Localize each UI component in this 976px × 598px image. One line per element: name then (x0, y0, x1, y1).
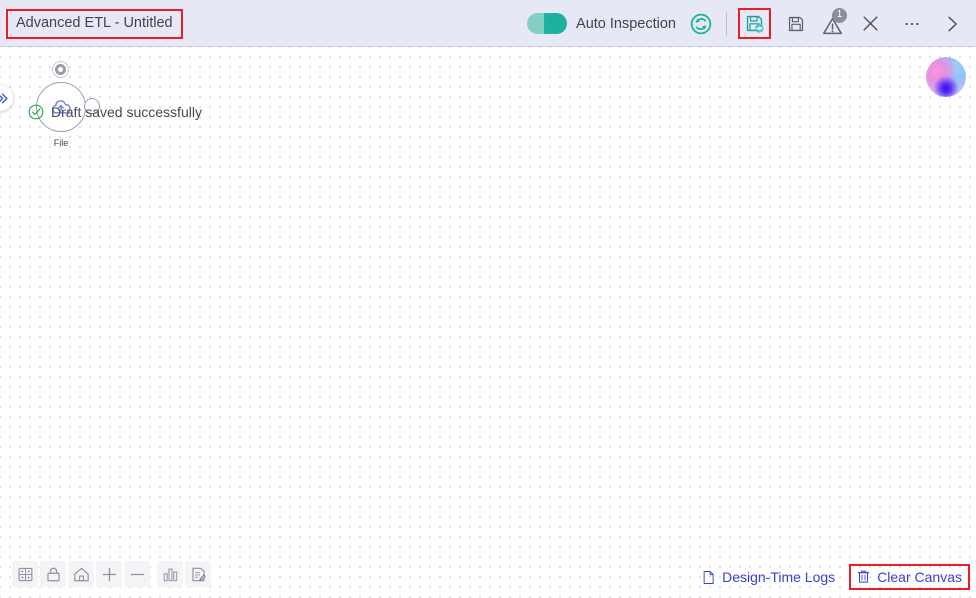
sidebar-expand-handle[interactable] (0, 85, 13, 111)
node-status-badge-icon[interactable] (53, 62, 68, 77)
lock-icon (46, 567, 60, 581)
warnings-button[interactable]: 1 (816, 7, 848, 40)
refresh-icon (690, 13, 712, 34)
minus-icon (130, 573, 144, 575)
close-icon (862, 16, 878, 31)
save-draft-icon (746, 15, 764, 33)
chevron-right-icon (948, 16, 957, 31)
app-header: Advanced ETL - Untitled Auto Inspection (0, 0, 976, 47)
notes-button[interactable] (185, 561, 211, 587)
double-chevron-right-icon (0, 92, 8, 104)
file-document-icon (703, 570, 714, 584)
clear-canvas-button[interactable]: Clear Canvas (849, 564, 970, 590)
save-icon (788, 16, 804, 31)
bar-chart-icon (163, 568, 177, 581)
home-button[interactable] (68, 561, 94, 587)
more-options-button[interactable] (896, 8, 928, 40)
close-button[interactable] (854, 8, 886, 40)
expand-panel-button[interactable] (936, 8, 968, 40)
grid-layout-icon (18, 567, 32, 581)
etl-canvas[interactable]: Draft saved successfully File Design-Tim… (0, 47, 976, 598)
check-circle-icon (28, 104, 44, 120)
clear-canvas-label: Clear Canvas (877, 568, 962, 585)
zoom-out-button[interactable] (124, 561, 150, 587)
user-avatar[interactable] (926, 57, 966, 97)
warning-count-badge: 1 (832, 7, 847, 23)
zoom-in-button[interactable] (96, 561, 122, 587)
home-icon (73, 567, 89, 581)
advanced-etl-window: Advanced ETL - Untitled Auto Inspection (0, 0, 976, 598)
fit-grid-button[interactable] (12, 561, 38, 587)
canvas-bottom-actions: Design-Time Logs Clear Canvas (697, 564, 970, 590)
lock-button[interactable] (40, 561, 66, 587)
save-button[interactable] (780, 8, 812, 40)
statistics-button[interactable] (157, 561, 183, 587)
header-actions: Auto Inspection 1 (527, 0, 968, 47)
node-label: File (53, 138, 69, 148)
header-divider (726, 11, 727, 36)
refresh-button[interactable] (688, 11, 714, 37)
auto-inspection-toggle[interactable] (527, 13, 568, 34)
page-title-highlight: Advanced ETL - Untitled (6, 9, 183, 39)
plus-icon (102, 567, 116, 581)
more-ellipsis-icon (905, 22, 919, 25)
page-title: Advanced ETL - Untitled (16, 15, 173, 32)
toggle-knob (547, 14, 567, 33)
status-toast: Draft saved successfully (28, 104, 202, 120)
save-draft-button[interactable] (738, 8, 771, 39)
toast-message: Draft saved successfully (51, 104, 202, 120)
edit-document-icon (191, 567, 206, 581)
canvas-toolbar (12, 561, 211, 587)
auto-inspection-label: Auto Inspection (576, 15, 676, 32)
trash-icon (857, 570, 870, 583)
design-time-logs-button[interactable]: Design-Time Logs (697, 567, 839, 588)
design-time-logs-label: Design-Time Logs (722, 569, 836, 585)
